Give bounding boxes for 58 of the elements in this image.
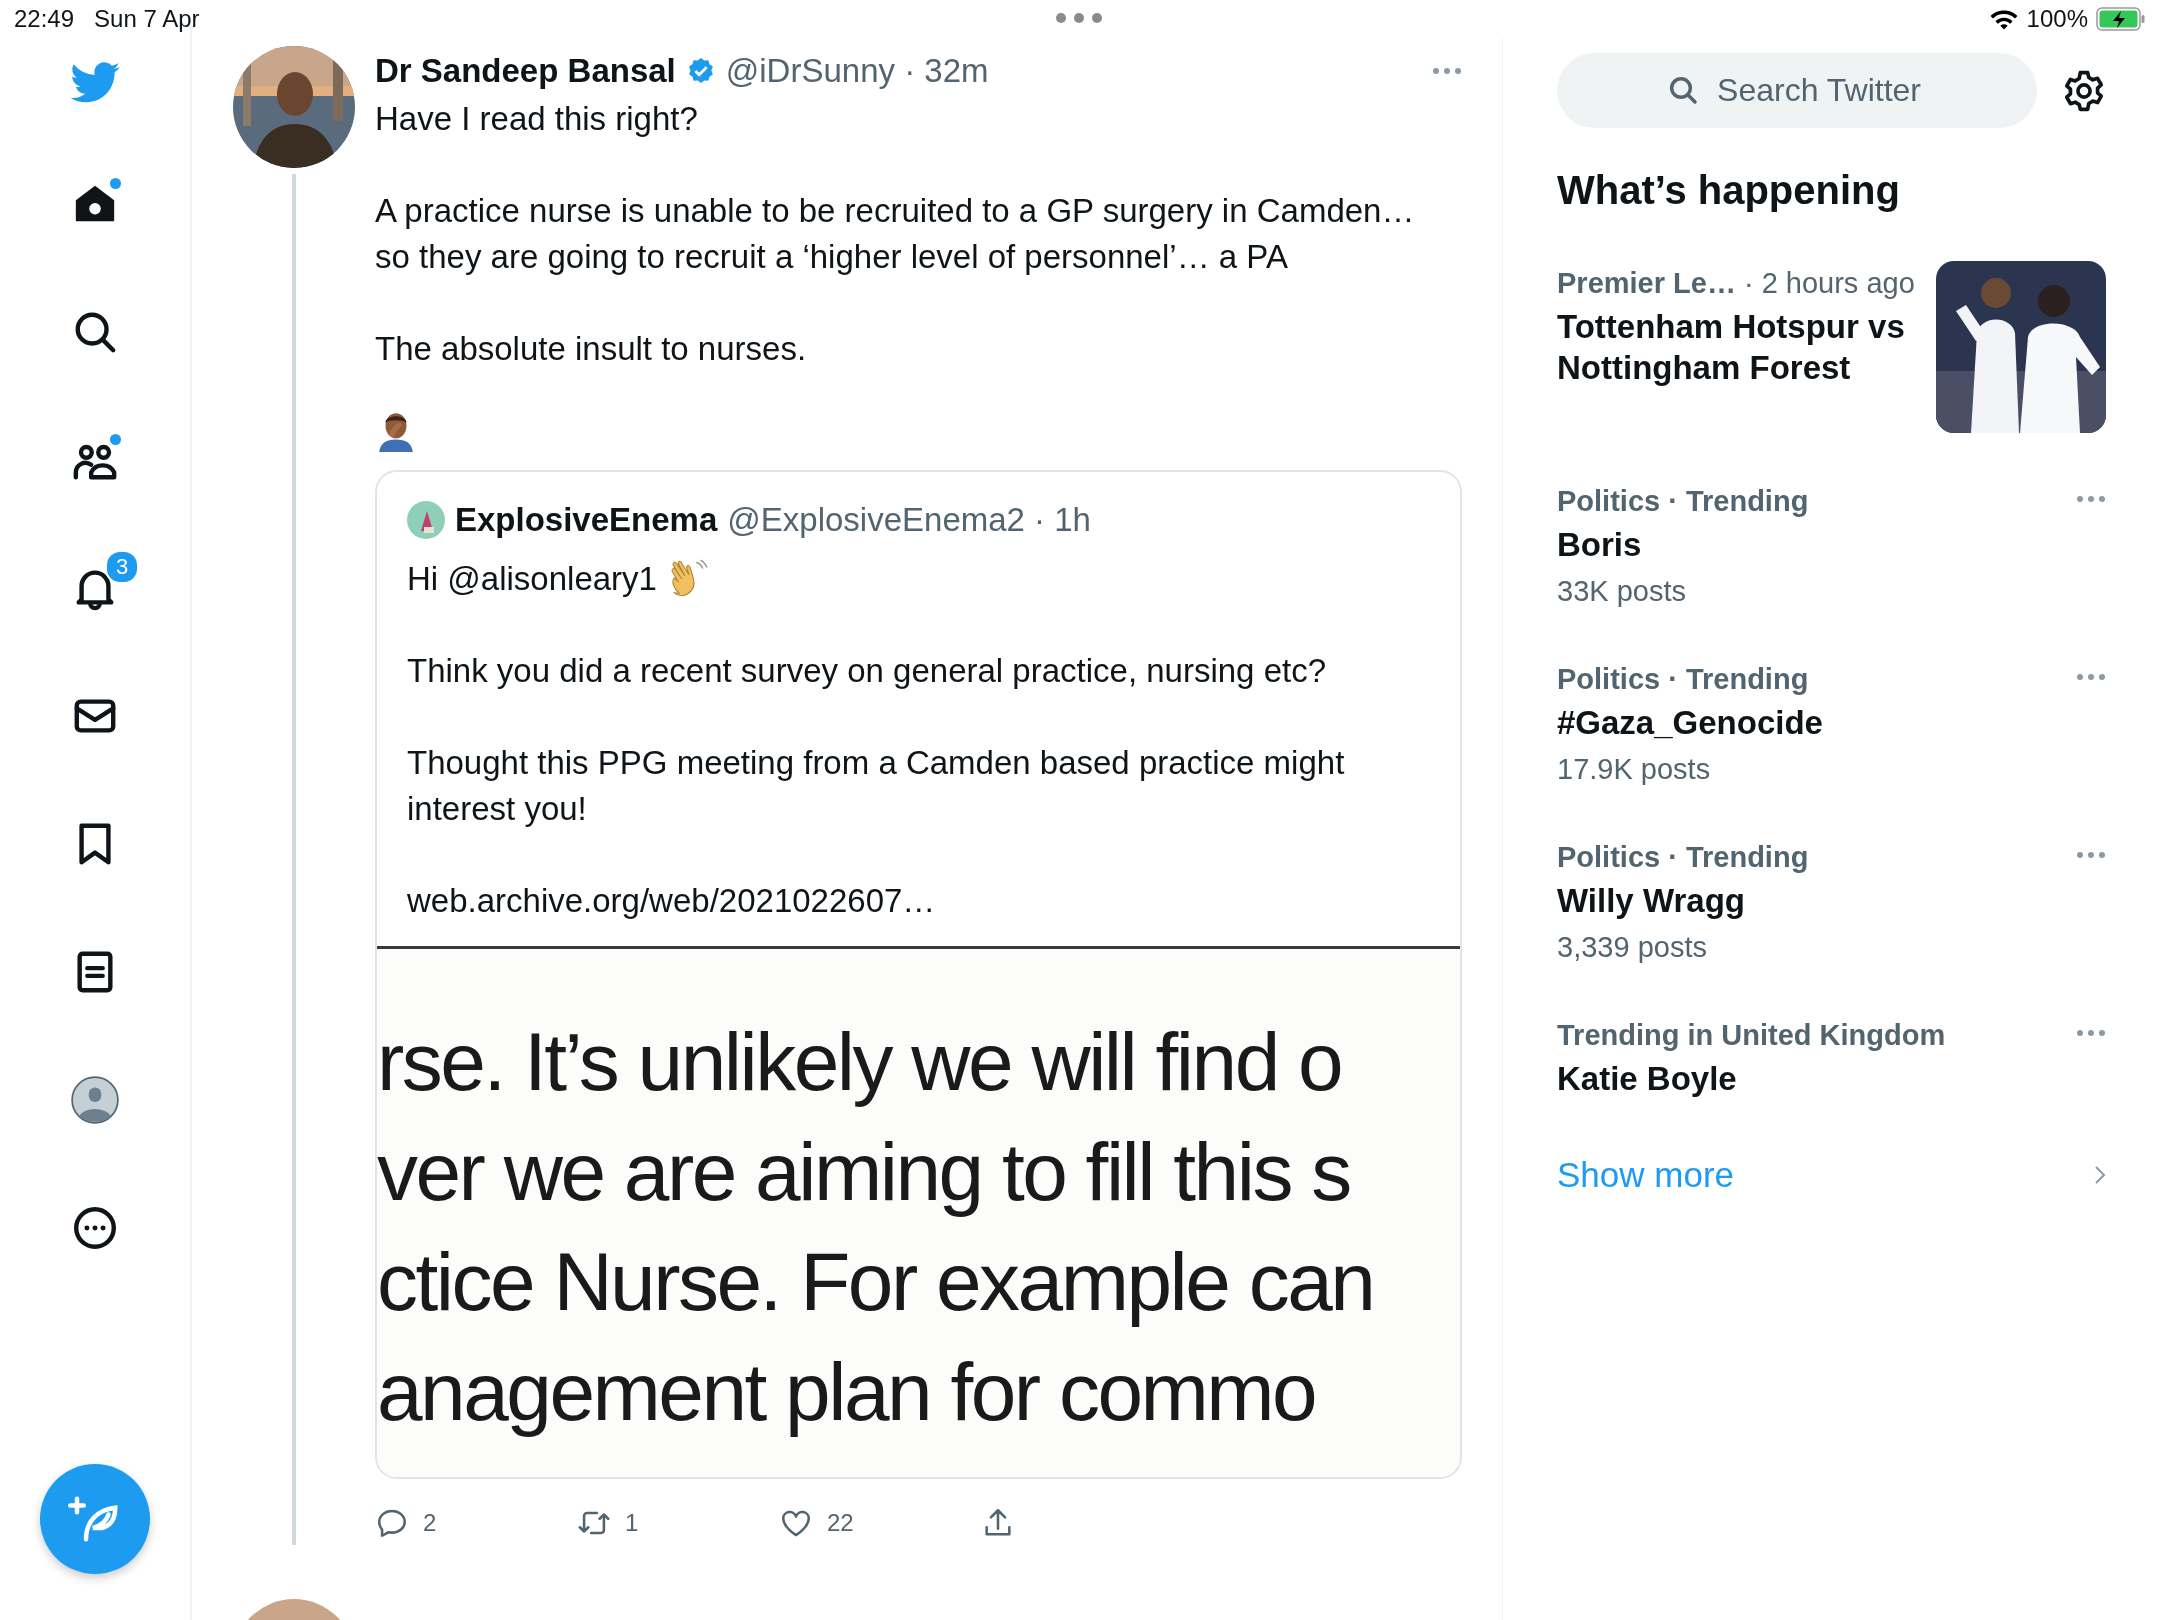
multitask-dots-icon[interactable]	[1055, 12, 1103, 24]
trend-item[interactable]: Politics · Trending Boris 33K posts	[1557, 485, 2106, 663]
trend-title: Boris	[1557, 525, 1643, 565]
trend-category: Premier Le…	[1557, 267, 1736, 300]
avatar-icon[interactable]	[70, 1075, 120, 1125]
clock-time: 22:49	[14, 5, 75, 33]
quoted-tweet-card[interactable]	[375, 470, 1462, 1479]
trend-category: Politics · Trending	[1557, 841, 1809, 874]
more-options-icon[interactable]	[2076, 1029, 2106, 1037]
notification-badge: 3	[105, 550, 139, 584]
trend-category: Trending in United Kingdom	[1557, 1019, 1946, 1052]
action-count: 1	[625, 1509, 639, 1537]
battery-icon	[2096, 7, 2146, 31]
trend-category: Politics · Trending	[1557, 663, 1809, 696]
tweet-text: The absolute insult to nurses.	[375, 329, 808, 369]
trend-category: Politics · Trending	[1557, 485, 1809, 518]
trend-title: #Gaza_Genocide	[1557, 703, 1824, 743]
search-field[interactable]: Search Twitter	[1557, 53, 2037, 128]
author-name[interactable]: Dr Sandeep Bansal	[375, 52, 676, 90]
trend-item[interactable]: Politics · Trending #Gaza_Genocide 17.9K posts	[1557, 663, 2106, 841]
compose-button[interactable]	[40, 1464, 150, 1574]
tweet-text: A practice nurse is unable to be recruited to a GP surgery in Camden… so they are going to recruit a ‘higher level of personnel’… a PA	[375, 191, 1415, 277]
wifi-icon	[1988, 8, 2019, 30]
date-text: Sun 7 Apr	[94, 5, 200, 33]
document-text: ver we are aiming to fill this s	[377, 1125, 1351, 1219]
search-icon	[1667, 74, 1699, 106]
more-options-icon[interactable]	[2076, 495, 2106, 503]
section-heading: What’s happening	[1557, 168, 1901, 213]
document-text: rse. It’s unlikely we will find o	[377, 1015, 1343, 1109]
trend-title: Tottenham Hotspur vs Nottingham Forest	[1557, 307, 1906, 388]
trend-time: · 2 hours ago	[1743, 267, 1915, 300]
document-text: anagement plan for commo	[377, 1345, 1317, 1439]
post-count: 33K posts	[1557, 574, 1687, 609]
trend-title: Willy Wragg	[1557, 881, 1746, 921]
tweet-text: Thought this PPG meeting from a Camden based practice might interest you!	[407, 743, 1346, 829]
more-options-icon[interactable]	[1432, 67, 1462, 75]
author-name[interactable]: ExplosiveEnema	[455, 501, 718, 539]
tweet-text: Think you did a recent survey on general practice, nursing etc?	[407, 651, 1327, 691]
trend-item[interactable]: Politics · Trending Willy Wragg 3,339 posts	[1557, 841, 2106, 1019]
post-count: 17.9K posts	[1557, 752, 1712, 787]
more-icon[interactable]	[72, 1205, 118, 1251]
more-options-icon[interactable]	[2076, 673, 2106, 681]
more-options-icon[interactable]	[2076, 851, 2106, 859]
tweet-text: Hi @alisonleary1	[407, 559, 657, 599]
trend-title: Katie Boyle	[1557, 1059, 1738, 1099]
action-count: 22	[827, 1509, 854, 1537]
battery-percent: 100%	[2026, 5, 2088, 33]
trend-item[interactable]: Premier Le… · 2 hours ago Tottenham Hotspur vs Nottingham Forest	[1557, 261, 2106, 485]
handle-time: @ExplosiveEnema2 · 1h	[727, 501, 1091, 539]
post-count: 3,339 posts	[1557, 930, 1708, 965]
link-text[interactable]: web.archive.org/web/2021022607…	[407, 878, 1430, 924]
action-count: 2	[423, 1509, 437, 1537]
trend-item[interactable]: Trending in United Kingdom Katie Boyle	[1557, 1019, 2106, 1151]
tweet-text: Have I read this right?	[375, 99, 699, 139]
settings-icon[interactable]	[2062, 68, 2106, 113]
handle-time: @iDrSunny · 32m	[725, 52, 989, 90]
document-text: ctice Nurse. For example can	[377, 1235, 1375, 1329]
chevron-icon	[2094, 1165, 2106, 1185]
